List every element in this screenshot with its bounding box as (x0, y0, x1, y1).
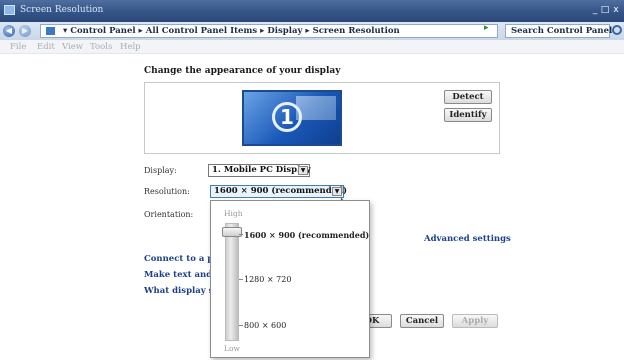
low-label: Low (224, 344, 240, 353)
monitor-icon[interactable]: 1 (242, 90, 342, 146)
resolution-value: 1600 × 900 (recommended) (214, 186, 348, 196)
resolution-option[interactable]: 1600 × 900 (recommended) (244, 230, 369, 240)
search-placeholder: Search Control Panel (511, 26, 613, 36)
orientation-label: Orientation: (144, 210, 194, 219)
slider-tick (239, 234, 243, 235)
menu-tools[interactable]: Tools (90, 42, 112, 52)
monitor-number: 1 (272, 102, 302, 132)
search-input[interactable]: Search Control Panel (505, 24, 613, 38)
slider-tick (239, 279, 243, 280)
menu-file[interactable]: File (10, 42, 26, 52)
identify-button[interactable]: Identify (444, 108, 492, 122)
address-field[interactable]: ▾ Control Panel ▸ All Control Panel Item… (40, 24, 498, 38)
address-bar: ◀ ▶ ▾ Control Panel ▸ All Control Panel … (0, 22, 624, 40)
display-label: Display: (144, 166, 177, 175)
close-button[interactable]: x (611, 4, 621, 16)
page-heading: Change the appearance of your display (144, 66, 341, 76)
resolution-option[interactable]: 1280 × 720 (244, 275, 291, 284)
chevron-down-icon[interactable]: ▼ (298, 166, 308, 175)
slider-tick (239, 325, 243, 326)
resolution-label: Resolution: (144, 187, 190, 196)
menu-bar: File Edit View Tools Help (0, 40, 624, 54)
apply-button[interactable]: Apply (452, 314, 498, 328)
monitor-glare (296, 96, 336, 120)
resolution-option[interactable]: 800 × 600 (244, 321, 286, 330)
title-bar: Screen Resolution _ □ x (0, 0, 624, 22)
forward-button[interactable]: ▶ (19, 25, 31, 37)
app-icon (4, 5, 15, 15)
resolution-slider-track[interactable] (225, 223, 239, 341)
advanced-settings-link[interactable]: Advanced settings (424, 234, 511, 244)
resolution-slider-thumb[interactable] (222, 227, 242, 237)
resolution-dropdown: High 1600 × 900 (recommended) 1280 × 720… (210, 200, 370, 358)
back-button[interactable]: ◀ (3, 25, 15, 37)
menu-edit[interactable]: Edit (37, 42, 55, 52)
display-select[interactable]: 1. Mobile PC Display ▼ (208, 164, 311, 177)
breadcrumb[interactable]: ▾ Control Panel ▸ All Control Panel Item… (63, 26, 400, 36)
window-title: Screen Resolution (20, 5, 104, 15)
display-value: 1. Mobile PC Display (212, 165, 311, 175)
chevron-down-icon[interactable]: ▼ (332, 187, 342, 196)
minimize-button[interactable]: _ (590, 4, 600, 16)
detect-button[interactable]: Detect (444, 90, 492, 104)
menu-help[interactable]: Help (120, 42, 141, 52)
resolution-select[interactable]: 1600 × 900 (recommended) ▼ (210, 185, 348, 198)
maximize-button[interactable]: □ (600, 4, 610, 16)
search-icon[interactable] (612, 25, 622, 35)
control-panel-icon (46, 27, 55, 35)
refresh-icon[interactable]: ▸ (484, 23, 494, 33)
cancel-button[interactable]: Cancel (400, 314, 444, 328)
high-label: High (224, 209, 243, 218)
menu-view[interactable]: View (62, 42, 83, 52)
